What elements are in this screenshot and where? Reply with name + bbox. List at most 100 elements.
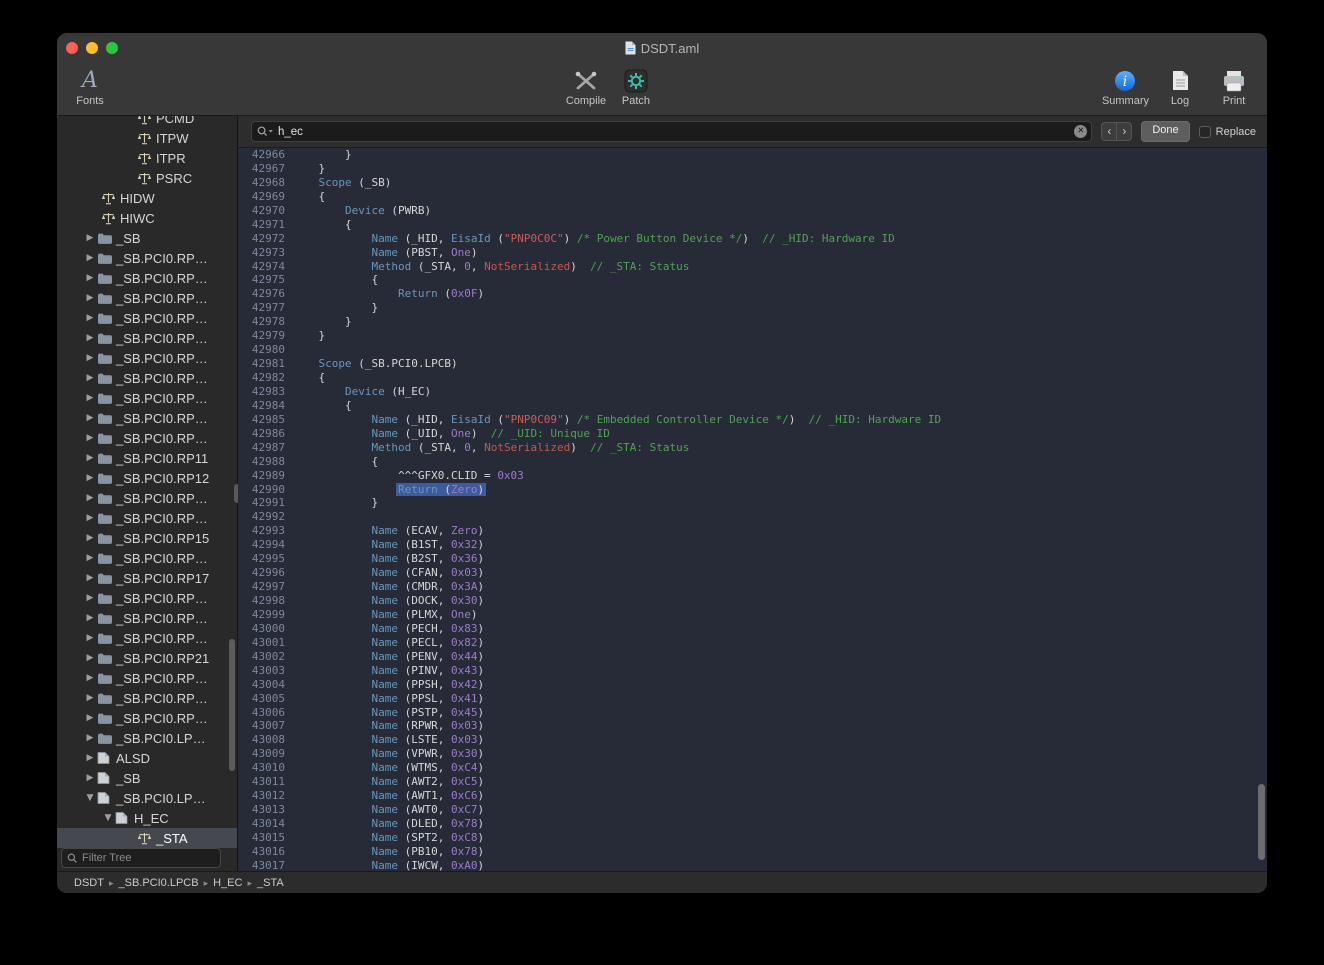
sidebar-item-_sb-pci0-rp[interactable]: ▶_SB.PCI0.RP… — [57, 388, 237, 408]
sidebar-item-_sb-pci0-rp[interactable]: ▶_SB.PCI0.RP… — [57, 408, 237, 428]
expand-triangle-icon[interactable]: ▶ — [83, 593, 97, 603]
expand-triangle-icon[interactable]: ▶ — [83, 653, 97, 663]
expand-triangle-icon[interactable]: ▶ — [83, 773, 97, 783]
fonts-button[interactable]: A Fonts — [67, 63, 113, 107]
filter-tree-input[interactable]: Filter Tree — [61, 848, 221, 868]
sidebar-item-_sta[interactable]: _STA — [57, 828, 237, 848]
expand-triangle-icon[interactable]: ▶ — [83, 393, 97, 403]
clear-search-icon[interactable]: ✕ — [1074, 125, 1087, 138]
log-button[interactable]: Log — [1157, 63, 1203, 107]
sidebar-item-_sb-pci0-rp[interactable]: ▶_SB.PCI0.RP… — [57, 688, 237, 708]
code-text: } — [292, 315, 352, 329]
sidebar-item-_sb-pci0-rp[interactable]: ▶_SB.PCI0.RP… — [57, 548, 237, 568]
collapse-triangle-icon[interactable]: ▼ — [83, 793, 97, 803]
sidebar-item-pcmd[interactable]: PCMD — [57, 116, 237, 128]
sidebar-item-_sb-pci0-rp[interactable]: ▶_SB.PCI0.RP… — [57, 308, 237, 328]
expand-triangle-icon[interactable]: ▶ — [83, 433, 97, 443]
expand-triangle-icon[interactable]: ▶ — [83, 293, 97, 303]
expand-triangle-icon[interactable]: ▶ — [83, 733, 97, 743]
sidebar-item-itpr[interactable]: ITPR — [57, 148, 237, 168]
expand-triangle-icon[interactable]: ▶ — [83, 233, 97, 243]
sidebar-item-_sb-pci0-lp[interactable]: ▼_SB.PCI0.LP… — [57, 788, 237, 808]
expand-triangle-icon[interactable]: ▶ — [83, 573, 97, 583]
search-input[interactable]: h_ec ✕ — [251, 121, 1092, 142]
breadcrumb-item[interactable]: H_EC — [213, 877, 242, 889]
editor-scrollbar[interactable] — [1258, 784, 1265, 860]
expand-triangle-icon[interactable]: ▶ — [83, 453, 97, 463]
sidebar-item-psrc[interactable]: PSRC — [57, 168, 237, 188]
expand-triangle-icon[interactable]: ▶ — [83, 633, 97, 643]
expand-triangle-icon[interactable]: ▶ — [83, 353, 97, 363]
sidebar-item-_sb-pci0-lp[interactable]: ▶_SB.PCI0.LP… — [57, 728, 237, 748]
breadcrumb-item[interactable]: DSDT — [74, 877, 104, 889]
sidebar-item-h_ec[interactable]: ▼H_EC — [57, 808, 237, 828]
expand-triangle-icon[interactable]: ▶ — [83, 413, 97, 423]
replace-toggle[interactable]: Replace — [1199, 126, 1256, 138]
device-icon — [115, 811, 133, 825]
sidebar-item-_sb-pci0-rp[interactable]: ▶_SB.PCI0.RP… — [57, 508, 237, 528]
sidebar-item-_sb-pci0-rp11[interactable]: ▶_SB.PCI0.RP11 — [57, 448, 237, 468]
expand-triangle-icon[interactable]: ▶ — [83, 673, 97, 683]
minimize-button[interactable] — [86, 42, 98, 54]
collapse-triangle-icon[interactable]: ▼ — [101, 813, 115, 823]
expand-triangle-icon[interactable]: ▶ — [83, 493, 97, 503]
line-number: 43015 — [238, 831, 285, 845]
sidebar-item-_sb-pci0-rp15[interactable]: ▶_SB.PCI0.RP15 — [57, 528, 237, 548]
sidebar-item-_sb[interactable]: ▶_SB — [57, 228, 237, 248]
expand-triangle-icon[interactable]: ▶ — [83, 613, 97, 623]
expand-triangle-icon[interactable]: ▶ — [83, 713, 97, 723]
sidebar-item-_sb-pci0-rp12[interactable]: ▶_SB.PCI0.RP12 — [57, 468, 237, 488]
zoom-button[interactable] — [106, 42, 118, 54]
sidebar-item-_sb[interactable]: ▶_SB — [57, 768, 237, 788]
sidebar-item-_sb-pci0-rp[interactable]: ▶_SB.PCI0.RP… — [57, 248, 237, 268]
replace-label: Replace — [1216, 126, 1256, 138]
sidebar-item-_sb-pci0-rp[interactable]: ▶_SB.PCI0.RP… — [57, 668, 237, 688]
expand-triangle-icon[interactable]: ▶ — [83, 253, 97, 263]
patch-button[interactable]: Patch — [613, 63, 659, 107]
expand-triangle-icon[interactable]: ▶ — [83, 333, 97, 343]
find-previous-button[interactable]: ‹ — [1101, 122, 1117, 141]
close-button[interactable] — [66, 42, 78, 54]
print-button[interactable]: Print — [1211, 63, 1257, 107]
sidebar-item-_sb-pci0-rp[interactable]: ▶_SB.PCI0.RP… — [57, 588, 237, 608]
sidebar-item-_sb-pci0-rp[interactable]: ▶_SB.PCI0.RP… — [57, 488, 237, 508]
sidebar-scrollbar[interactable] — [229, 639, 235, 771]
sidebar-item-_sb-pci0-rp[interactable]: ▶_SB.PCI0.RP… — [57, 428, 237, 448]
expand-triangle-icon[interactable]: ▶ — [83, 553, 97, 563]
titlebar[interactable]: DSDT.aml — [57, 33, 1267, 63]
compile-button[interactable]: Compile — [563, 63, 609, 107]
expand-triangle-icon[interactable]: ▶ — [83, 513, 97, 523]
done-button[interactable]: Done — [1141, 121, 1189, 142]
expand-triangle-icon[interactable]: ▶ — [83, 473, 97, 483]
expand-triangle-icon[interactable]: ▶ — [83, 273, 97, 283]
sidebar-item-alsd[interactable]: ▶ALSD — [57, 748, 237, 768]
sidebar-item-_sb-pci0-rp21[interactable]: ▶_SB.PCI0.RP21 — [57, 648, 237, 668]
expand-triangle-icon[interactable]: ▶ — [83, 313, 97, 323]
expand-triangle-icon[interactable]: ▶ — [83, 753, 97, 763]
search-menu-icon[interactable] — [257, 126, 274, 137]
code-editor[interactable]: 42966 }42967 }42968 Scope (_SB)42969 {42… — [238, 148, 1267, 871]
code-line: 42978 } — [238, 315, 1267, 329]
sidebar-item-_sb-pci0-rp[interactable]: ▶_SB.PCI0.RP… — [57, 608, 237, 628]
sidebar-item-_sb-pci0-rp17[interactable]: ▶_SB.PCI0.RP17 — [57, 568, 237, 588]
expand-triangle-icon[interactable]: ▶ — [83, 533, 97, 543]
sidebar-item-itpw[interactable]: ITPW — [57, 128, 237, 148]
sidebar-item-_sb-pci0-rp[interactable]: ▶_SB.PCI0.RP… — [57, 328, 237, 348]
sidebar-item-_sb-pci0-rp[interactable]: ▶_SB.PCI0.RP… — [57, 268, 237, 288]
sidebar-item-label: _STA — [156, 831, 188, 846]
breadcrumb-item[interactable]: _STA — [257, 877, 284, 889]
device-icon — [97, 791, 115, 805]
expand-triangle-icon[interactable]: ▶ — [83, 693, 97, 703]
sidebar-item-_sb-pci0-rp[interactable]: ▶_SB.PCI0.RP… — [57, 288, 237, 308]
sidebar-item-_sb-pci0-rp[interactable]: ▶_SB.PCI0.RP… — [57, 708, 237, 728]
replace-checkbox[interactable] — [1199, 126, 1211, 138]
sidebar-item-_sb-pci0-rp[interactable]: ▶_SB.PCI0.RP… — [57, 628, 237, 648]
breadcrumb-item[interactable]: _SB.PCI0.LPCB — [118, 877, 198, 889]
sidebar-item-hidw[interactable]: HIDW — [57, 188, 237, 208]
sidebar-item-_sb-pci0-rp[interactable]: ▶_SB.PCI0.RP… — [57, 368, 237, 388]
summary-button[interactable]: i Summary — [1102, 63, 1149, 107]
sidebar-item-_sb-pci0-rp[interactable]: ▶_SB.PCI0.RP… — [57, 348, 237, 368]
find-next-button[interactable]: › — [1116, 122, 1132, 141]
expand-triangle-icon[interactable]: ▶ — [83, 373, 97, 383]
sidebar-item-hiwc[interactable]: HIWC — [57, 208, 237, 228]
